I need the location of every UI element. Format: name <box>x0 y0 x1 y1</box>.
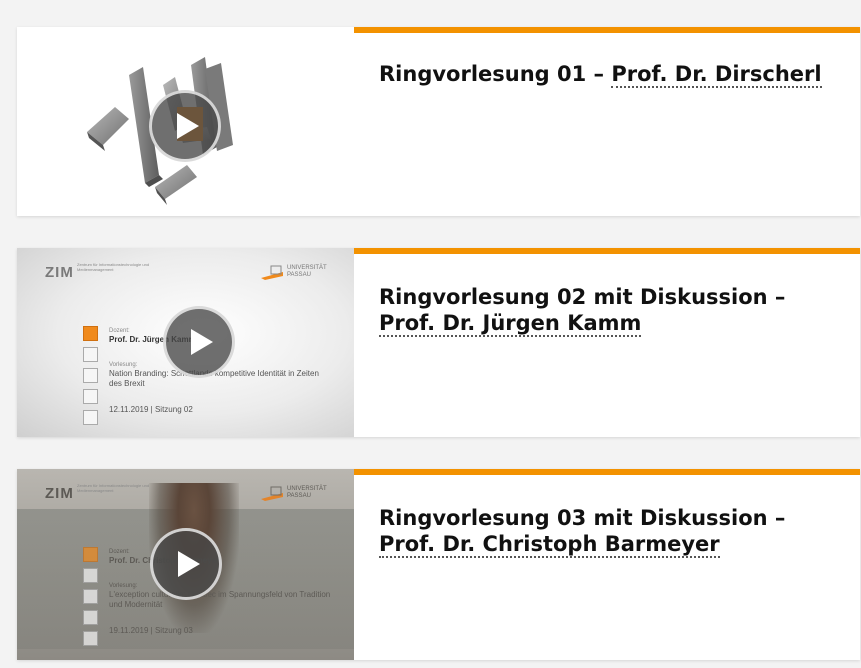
play-icon <box>190 329 213 355</box>
lecture-date: 19.11.2019 | Sitzung 03 <box>109 626 193 635</box>
lecturer-link[interactable]: Prof. Dr. Jürgen Kamm <box>379 311 642 337</box>
zim-logo: ZIM <box>45 485 74 502</box>
slide-icons <box>83 326 98 431</box>
accent-bar <box>354 248 860 254</box>
video-card: ZIM Zentrum für Informationstechnologie … <box>17 248 860 437</box>
university-name: UNIVERSITÄT PASSAU <box>287 265 327 278</box>
video-title-text: Ringvorlesung 02 mit Diskussion – <box>379 285 786 309</box>
lecture-topic: L'exception culturelle: Québec im Spannu… <box>109 590 331 609</box>
video-title-text: Ringvorlesung 01 – <box>379 62 612 86</box>
play-button[interactable] <box>163 306 235 378</box>
accent-bar <box>354 27 860 33</box>
zim-subtitle: Zentrum für Informationstechnologie und … <box>77 262 150 272</box>
lecture-date: 12.11.2019 | Sitzung 02 <box>109 405 193 414</box>
zim-subtitle: Zentrum für Informationstechnologie und … <box>77 483 150 493</box>
play-icon <box>176 113 199 139</box>
video-title: Ringvorlesung 01 – Prof. Dr. Dirscherl <box>379 61 839 88</box>
lecturer-link[interactable]: Prof. Dr. Dirscherl <box>611 62 822 88</box>
video-title: Ringvorlesung 03 mit Diskussion – Prof. … <box>379 505 839 558</box>
video-thumbnail[interactable]: ZIM Zentrum für Informationstechnologie … <box>17 469 354 660</box>
zim-logo: ZIM <box>45 264 74 281</box>
video-card: ZIM Zentrum für Informationstechnologie … <box>17 469 860 660</box>
video-title-text: Ringvorlesung 03 mit Diskussion – <box>379 506 786 530</box>
play-icon <box>177 551 200 577</box>
accent-bar <box>354 469 860 475</box>
video-thumbnail[interactable]: ZIM Zentrum für Informationstechnologie … <box>17 248 354 437</box>
video-list: Ringvorlesung 01 – Prof. Dr. Dirscherl Z… <box>0 0 861 668</box>
play-button[interactable] <box>149 90 221 162</box>
university-name: UNIVERSITÄT PASSAU <box>287 486 327 499</box>
lecture-topic: Nation Branding: Schottlands kompetitive… <box>109 369 319 388</box>
slide-icons <box>83 547 98 652</box>
play-button[interactable] <box>150 528 222 600</box>
video-title: Ringvorlesung 02 mit Diskussion – Prof. … <box>379 284 839 337</box>
video-thumbnail[interactable] <box>17 27 354 216</box>
video-card: Ringvorlesung 01 – Prof. Dr. Dirscherl <box>17 27 860 216</box>
lecturer-link[interactable]: Prof. Dr. Christoph Barmeyer <box>379 532 720 558</box>
